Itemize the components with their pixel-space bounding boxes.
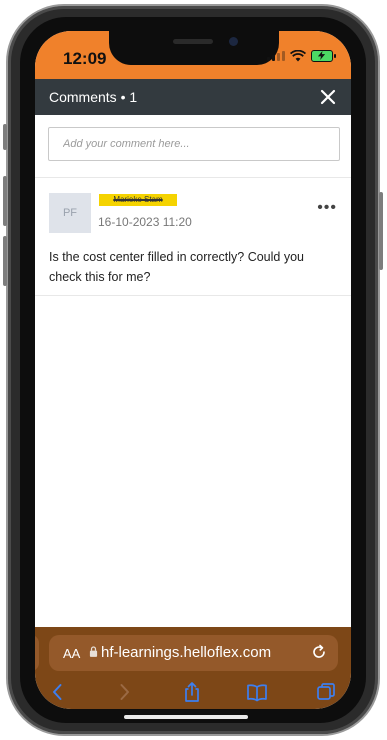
volume-down-button — [3, 236, 7, 286]
lock-icon — [89, 646, 98, 657]
signal-icon — [267, 51, 285, 61]
previous-tab-peek[interactable] — [35, 635, 39, 671]
reload-icon[interactable] — [310, 643, 328, 661]
home-indicator — [124, 715, 248, 719]
phone-frame: 12:09 Comments • 1 Add your comment here… — [3, 4, 383, 736]
status-time: 12:09 — [63, 49, 107, 68]
status-icons — [267, 50, 336, 62]
tabs-icon[interactable] — [315, 681, 337, 703]
charging-bolt-icon — [317, 51, 326, 60]
divider — [35, 295, 351, 296]
comment-text: Is the cost center filled in correctly? … — [49, 250, 304, 284]
browser-bottom-bar: AA hf-learnings.helloflex.com — [35, 627, 351, 709]
front-camera — [229, 37, 238, 46]
volume-up-button — [3, 176, 7, 226]
forward-arrow-icon[interactable] — [113, 681, 135, 703]
mute-switch — [3, 124, 7, 150]
notch — [109, 31, 279, 65]
wifi-icon — [290, 50, 306, 62]
browser-toolbar — [35, 681, 351, 705]
back-arrow-icon[interactable] — [47, 681, 69, 703]
share-icon[interactable] — [181, 681, 203, 703]
more-options-icon[interactable]: ••• — [317, 199, 337, 217]
comments-header: Comments • 1 — [35, 79, 351, 115]
close-icon[interactable] — [315, 84, 341, 110]
text-size-button[interactable]: AA — [63, 646, 80, 661]
power-button — [379, 192, 383, 270]
url-text: hf-learnings.helloflex.com — [101, 644, 272, 661]
comment-author: Marieke Stam — [99, 194, 177, 206]
comments-title: Comments • 1 — [49, 89, 138, 105]
bookmarks-icon[interactable] — [246, 681, 268, 703]
phone-screen: 12:09 Comments • 1 Add your comment here… — [35, 31, 351, 709]
speaker-grille — [173, 39, 213, 44]
battery-icon — [311, 50, 336, 62]
avatar: PF — [49, 193, 91, 233]
comment-input[interactable] — [48, 127, 340, 161]
phone-bezel: 12:09 Comments • 1 Add your comment here… — [20, 17, 366, 723]
status-bar: 12:09 — [35, 31, 351, 79]
address-bar[interactable]: AA hf-learnings.helloflex.com — [49, 635, 338, 671]
divider — [35, 177, 351, 178]
comment-timestamp: 16-10-2023 11:20 — [98, 215, 192, 229]
